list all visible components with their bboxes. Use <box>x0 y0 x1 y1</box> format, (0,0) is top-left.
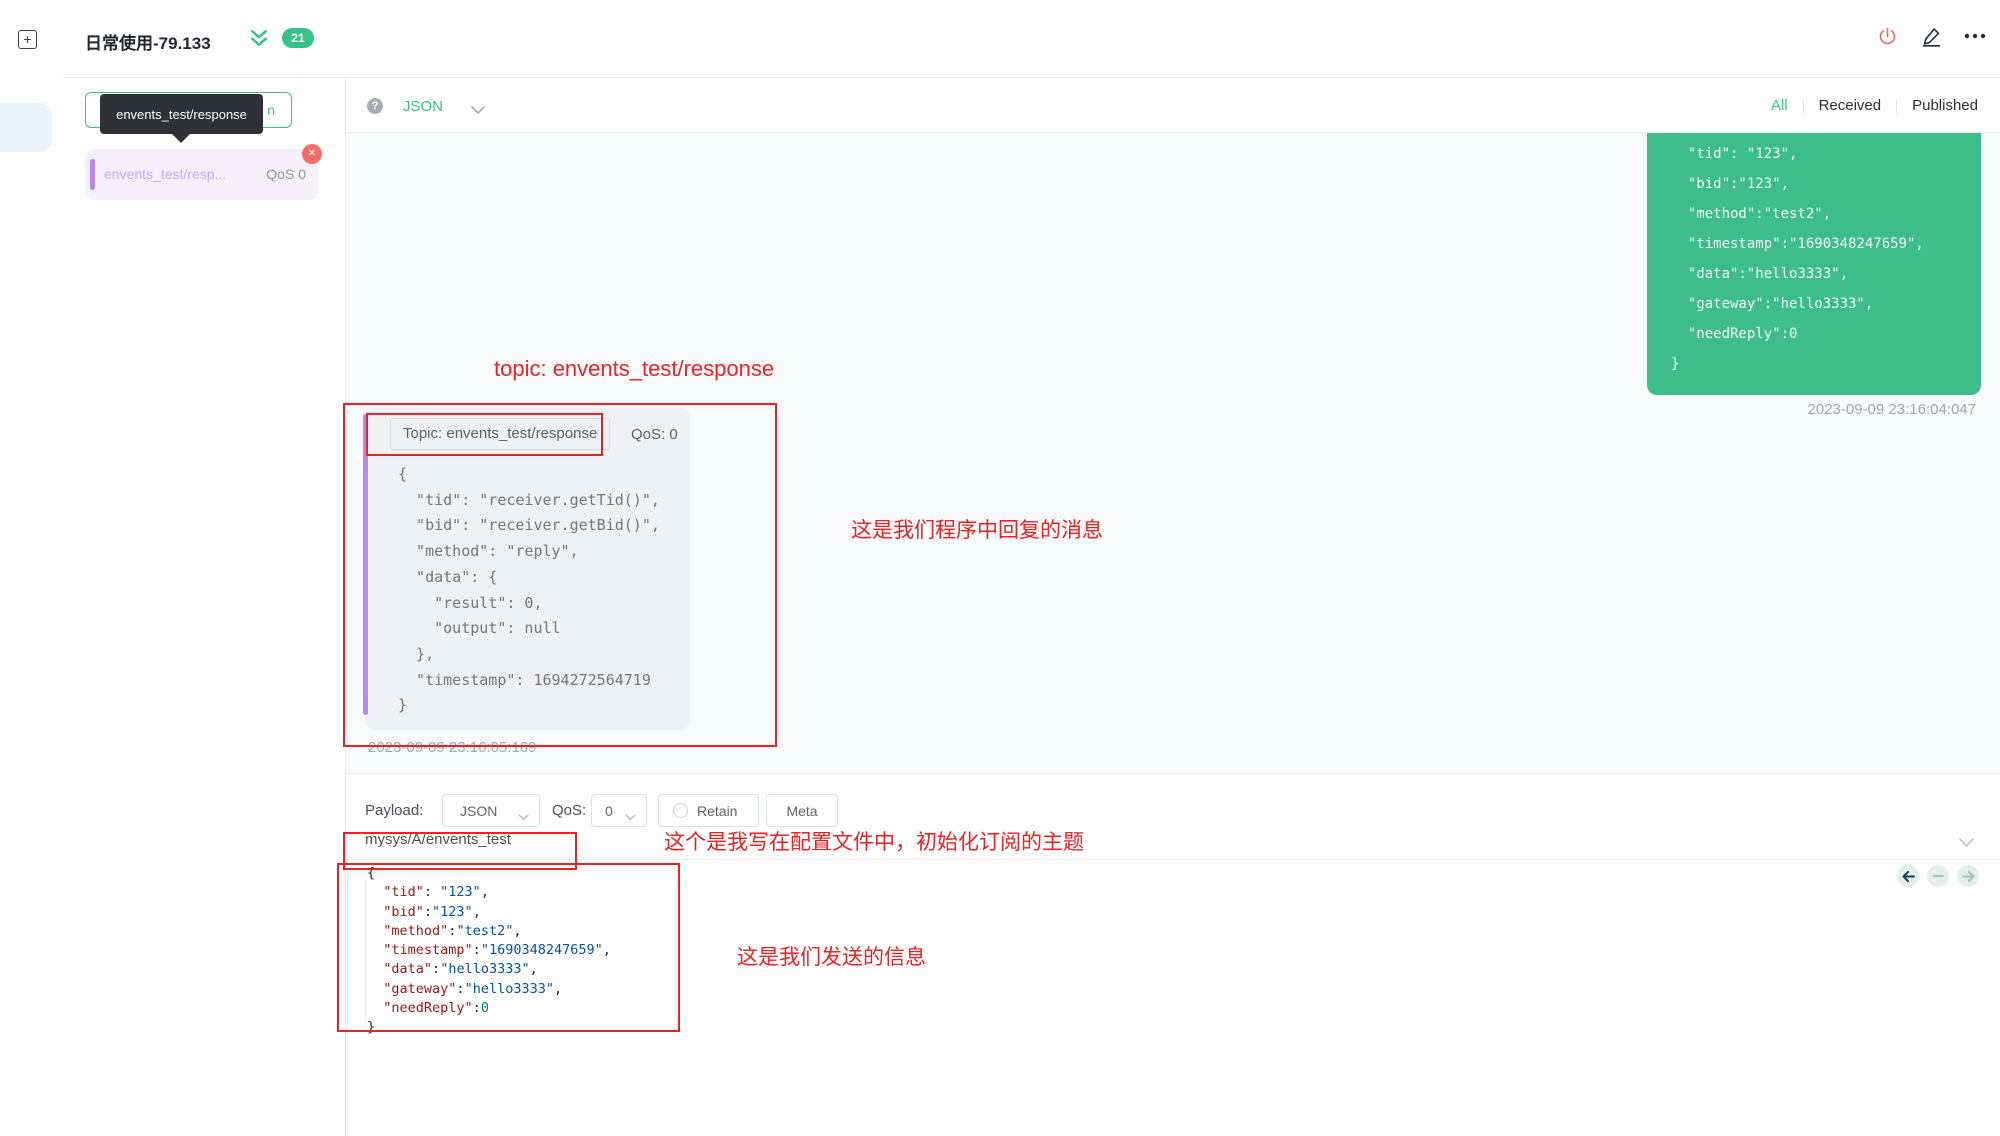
tab-separator <box>1803 99 1804 113</box>
payload-format-label[interactable]: JSON <box>403 98 443 115</box>
disconnect-power-icon[interactable] <box>1876 24 1898 48</box>
payload-editor[interactable]: { "tid": "123", "bid":"123", "method":"t… <box>347 860 2000 1136</box>
collapse-chevron-icon[interactable] <box>1959 835 1974 853</box>
chevron-down-icon[interactable] <box>471 102 485 120</box>
tab-published[interactable]: Published <box>1912 97 1978 114</box>
tab-received[interactable]: Received <box>1819 97 1882 114</box>
retain-label: Retain <box>697 803 737 819</box>
published-message-payload: "tid": "123", "bid":"123", "method":"tes… <box>1671 139 1924 379</box>
remove-subscription-icon[interactable]: ✕ <box>302 144 322 164</box>
publish-panel: Payload: JSON QoS: 0 Retain Meta mysys/A… <box>347 773 2000 1136</box>
received-message-timestamp: 2023-09-09 23:16:05:169 <box>368 739 536 756</box>
messages-toolbar: ? JSON All Received Published <box>347 78 2000 133</box>
message-filter-tabs: All Received Published <box>1771 97 1978 114</box>
subscription-color-bar <box>90 159 95 190</box>
prev-message-icon[interactable] <box>1897 865 1919 887</box>
subscription-item[interactable]: envents_test/resp... QoS 0 <box>85 149 318 200</box>
subscription-qos-label: QoS 0 <box>266 166 306 182</box>
payload-label: Payload: <box>365 802 423 819</box>
edit-pencil-icon[interactable] <box>1920 24 1942 48</box>
topic-input[interactable]: mysys/A/envents_test <box>365 831 511 848</box>
connection-header: 日常使用-79.133 21 <box>63 0 2000 78</box>
editor-code[interactable]: { "tid": "123", "bid":"123", "method":"t… <box>367 864 611 1038</box>
received-message-payload: { "tid": "receiver.getTid()", "bid": "re… <box>398 462 660 719</box>
tab-separator <box>1896 99 1897 113</box>
connections-rail: + <box>0 0 63 1136</box>
message-nav-controls <box>1897 865 1979 887</box>
mqtt-client-window: + 日常使用-79.133 21 n envents_test/re <box>0 0 2000 1136</box>
published-message-bubble[interactable]: "tid": "123", "bid":"123", "method":"tes… <box>1647 106 1981 395</box>
publish-options-row: Payload: JSON QoS: 0 Retain Meta <box>347 774 2000 821</box>
message-count-badge: 21 <box>282 28 314 48</box>
retain-radio-icon[interactable] <box>673 803 688 818</box>
subscription-topic-label: envents_test/resp... <box>104 166 226 182</box>
connection-title: 日常使用-79.133 <box>85 29 211 54</box>
qos-label: QoS: <box>552 802 586 819</box>
double-chevron-down-icon[interactable] <box>249 28 269 48</box>
new-subscription-label-fragment: n <box>267 102 275 118</box>
subscriptions-panel: n envents_test/resp... QoS 0 ✕ <box>63 78 346 1136</box>
connection-rail-item[interactable] <box>0 103 52 152</box>
editor-indent-guide <box>365 880 366 1020</box>
subscription-tooltip: envents_test/response <box>100 94 263 134</box>
tab-all[interactable]: All <box>1771 97 1788 114</box>
received-message-color-bar <box>363 414 368 715</box>
published-message-timestamp: 2023-09-09 23:16:04:047 <box>1808 401 1976 418</box>
new-connection-button[interactable]: + <box>18 30 37 49</box>
messages-area: "tid": "123", "bid":"123", "method":"tes… <box>347 133 2000 773</box>
help-icon[interactable]: ? <box>367 98 383 114</box>
qos-value: 0 <box>605 803 613 819</box>
received-message-bubble[interactable]: Topic: envents_test/response QoS: 0 { "t… <box>365 408 690 730</box>
payload-format-value: JSON <box>460 803 497 819</box>
publish-topic-row: mysys/A/envents_test <box>347 821 2000 860</box>
more-options-icon[interactable] <box>1964 24 1986 48</box>
received-topic-chip: Topic: envents_test/response <box>390 418 610 450</box>
editor-gutter-line <box>347 860 348 1136</box>
meta-label: Meta <box>786 803 817 819</box>
next-message-icon[interactable] <box>1957 865 1979 887</box>
received-qos-label: QoS: 0 <box>631 426 678 443</box>
pause-minus-icon[interactable] <box>1927 865 1949 887</box>
